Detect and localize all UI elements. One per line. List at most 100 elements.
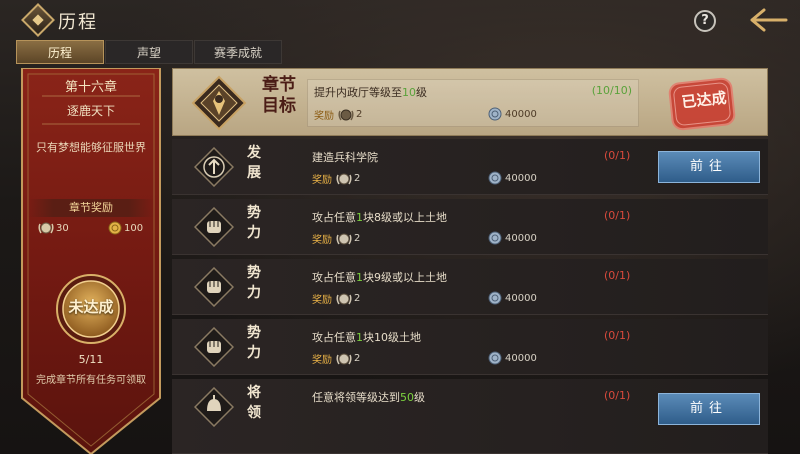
task-text: 攻占任意	[312, 331, 356, 344]
task-coin-amount: 40000	[505, 292, 537, 304]
task-count: (0/1)	[604, 329, 631, 342]
silver-coin-icon	[488, 171, 502, 185]
fist-icon	[194, 207, 234, 247]
task-text-highlight: 1	[356, 271, 363, 284]
task-description: 攻占任意1块8级或以上土地	[312, 209, 447, 225]
task-category: 势力	[247, 325, 261, 361]
top-bar: 历程 ?	[0, 0, 800, 40]
task-reward-label: 奖励	[312, 235, 332, 246]
tab-bar: 历程 声望 赛季成就	[16, 40, 283, 64]
tab-history[interactable]: 历程	[16, 40, 104, 64]
task-reward: 奖励 2	[312, 231, 360, 246]
task-category: 发展	[247, 145, 261, 181]
task-text-highlight: 1	[356, 331, 363, 344]
chapter-reward-coin-amount: 100	[124, 222, 144, 234]
chapter-goal-task-text: 提升内政厅等级至	[314, 86, 402, 99]
chapter-progress-note: 完成章节所有任务可领取	[36, 375, 146, 386]
task-count: (0/1)	[604, 269, 631, 282]
chapter-banner: 第十六章 逐鹿天下 只有梦想能够征服世界 章节奖励 30 100 未达成 5/1…	[20, 68, 162, 454]
go-button[interactable]: 前往	[658, 393, 760, 425]
task-coins: 40000	[488, 291, 537, 305]
task-text: 任意将领等级达到	[312, 391, 400, 404]
chapter-reward-title: 章节奖励	[28, 199, 154, 217]
task-badge-amount: 2	[354, 173, 361, 184]
task-text-highlight: 1	[356, 211, 363, 224]
laurel-badge-icon	[336, 353, 352, 364]
task-badge-amount: 2	[354, 353, 361, 364]
task-badge-amount: 2	[354, 233, 361, 244]
task-text-suffix: 级	[414, 391, 425, 404]
chapter-progress: 5/11	[78, 353, 104, 366]
fist-icon	[194, 267, 234, 307]
laurel-badge-icon	[336, 173, 352, 184]
task-description: 攻占任意1块10级土地	[312, 329, 421, 345]
laurel-badge-icon	[38, 222, 54, 234]
task-reward: 奖励 2	[312, 351, 360, 366]
task-row: 将领 任意将领等级达到50级 (0/1) 前往	[172, 379, 768, 454]
chapter-goal-row: 章节目标 提升内政厅等级至10级 (10/10) 奖励 2 40000 已达成	[172, 68, 768, 136]
task-coin-amount: 40000	[505, 232, 537, 244]
chapter-goal-badge-amount: 2	[356, 109, 363, 120]
chapter-goal-reward-label: 奖励	[314, 111, 334, 122]
title-diamond-icon	[21, 3, 55, 37]
silver-coin-icon	[488, 291, 502, 305]
go-button[interactable]: 前往	[658, 151, 760, 183]
silver-coin-icon	[488, 231, 502, 245]
task-coin-amount: 40000	[505, 352, 537, 364]
task-row: 势力 攻占任意1块9级或以上土地 (0/1) 奖励 2 40000	[172, 259, 768, 315]
task-text-suffix: 块9级或以上土地	[363, 271, 447, 284]
helmet-icon	[194, 387, 234, 427]
task-category: 势力	[247, 265, 261, 301]
task-reward: 奖励 2	[312, 291, 360, 306]
task-row: 势力 攻占任意1块10级土地 (0/1) 奖励 2 40000	[172, 319, 768, 375]
chapter-goal-task-suffix: 级	[416, 86, 427, 99]
task-text: 攻占任意	[312, 271, 356, 284]
task-reward: 奖励 2	[312, 171, 360, 186]
task-text-suffix: 块8级或以上土地	[363, 211, 447, 224]
tab-season-achievements[interactable]: 赛季成就	[194, 40, 282, 64]
task-count: (0/1)	[604, 209, 631, 222]
task-count: (0/1)	[604, 149, 631, 162]
chapter-goal-label: 章节目标	[262, 75, 296, 116]
chapter-reward-badge-amount: 30	[56, 222, 69, 234]
chapter-status: 未达成	[68, 298, 114, 316]
gold-coin-icon	[108, 221, 122, 235]
chapter-reward-coin: 100	[108, 221, 143, 235]
chapter-description: 只有梦想能够征服世界	[36, 141, 146, 154]
chapter-goal-task: 提升内政厅等级至10级	[314, 84, 427, 100]
task-text: 建造兵科学院	[312, 151, 378, 164]
task-category: 将领	[247, 385, 261, 421]
chapter-goal-coins: 40000	[488, 107, 537, 121]
task-coins: 40000	[488, 231, 537, 245]
task-description: 攻占任意1块9级或以上土地	[312, 269, 447, 285]
fist-icon	[194, 327, 234, 367]
help-icon[interactable]: ?	[694, 10, 716, 32]
task-text-suffix: 块10级土地	[363, 331, 421, 344]
task-description: 建造兵科学院	[312, 149, 378, 165]
chapter-reward-badge: 30	[38, 221, 69, 235]
chapter-emblem-icon	[191, 75, 247, 131]
back-arrow-icon[interactable]	[748, 7, 788, 33]
task-text-highlight: 50	[400, 391, 414, 404]
laurel-badge-icon	[336, 293, 352, 304]
task-description: 任意将领等级达到50级	[312, 389, 425, 405]
task-row: 发展 建造兵科学院 (0/1) 奖励 2 40000 前往	[172, 139, 768, 195]
task-reward-label: 奖励	[312, 355, 332, 366]
tab-reputation[interactable]: 声望	[105, 40, 193, 64]
task-reward-label: 奖励	[312, 295, 332, 306]
banner-background	[21, 68, 161, 454]
chapter-goal-panel: 提升内政厅等级至10级 (10/10) 奖励 2 40000	[307, 79, 639, 127]
chapter-goal-count: (10/10)	[591, 84, 632, 97]
silver-coin-icon	[488, 107, 502, 121]
chapter-goal-reward: 奖励 2	[314, 107, 362, 122]
arrow-up-icon	[194, 147, 234, 187]
task-category: 势力	[247, 205, 261, 241]
chapter-goal-task-level: 10	[402, 86, 416, 99]
laurel-badge-icon	[336, 233, 352, 244]
task-coin-amount: 40000	[505, 172, 537, 184]
chapter-goal-coin-amount: 40000	[505, 108, 537, 120]
chapter-name: 逐鹿天下	[66, 104, 115, 118]
task-reward-label: 奖励	[312, 175, 332, 186]
page-title: 历程	[58, 12, 98, 33]
chapter-number: 第十六章	[64, 80, 117, 95]
